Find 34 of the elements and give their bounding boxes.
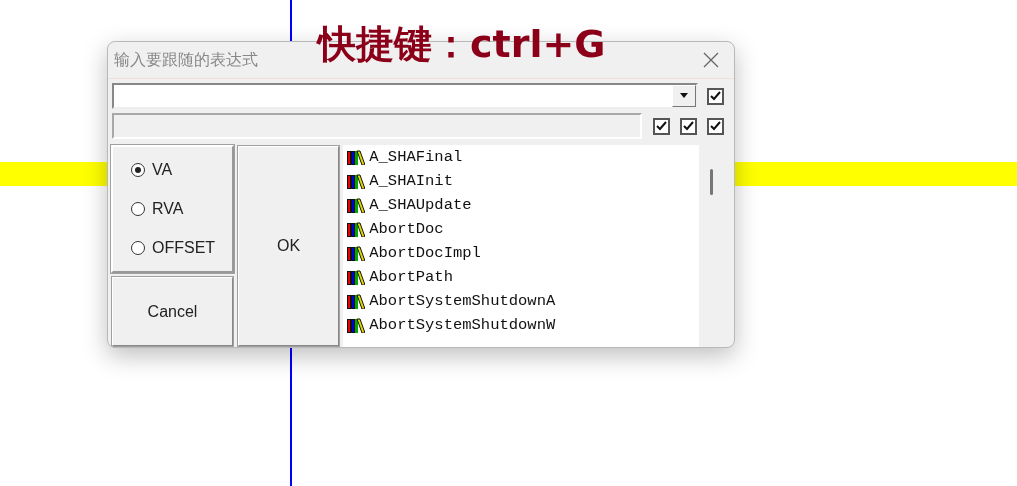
radio-button[interactable] [131,240,145,255]
list-item[interactable]: AbortSystemShutdownW [343,313,700,337]
books-icon [347,317,366,333]
radio-label: VA [152,161,173,180]
checkbox[interactable] [707,87,724,105]
books-icon [347,149,366,165]
list-item[interactable]: AbortPath [343,265,700,289]
list-item[interactable]: A_SHAFinal [343,145,700,169]
caret-icon[interactable] [679,93,689,99]
books-icon [347,293,366,309]
books-icon [347,245,366,261]
books-icon [347,221,366,237]
checkbox[interactable] [707,117,724,135]
input-field[interactable] [112,113,642,139]
shortcut-annotation: 快捷键：ctrl+G [318,22,606,68]
list-item[interactable]: A_SHAInit [343,169,700,193]
list-item[interactable]: AbortSystemShutdownA [343,289,700,313]
window-title: 输入要跟随的表达式 [114,49,259,71]
cancel-button[interactable]: Cancel [111,276,234,347]
list-item[interactable]: AbortDocImpl [343,241,700,265]
checkbox[interactable] [653,117,670,135]
books-icon [347,173,366,189]
radio-button[interactable] [131,202,145,216]
ok-button[interactable]: OK [236,145,341,347]
list-item[interactable]: A_SHAUpdate [343,193,700,217]
checkbox[interactable] [680,117,697,135]
books-icon [347,197,366,213]
radio-label: OFFSET [152,238,216,257]
radio-label: RVA [152,200,184,218]
list-item[interactable]: AbortDoc [343,217,700,241]
close-icon[interactable] [702,51,720,69]
radio-button[interactable] [131,163,145,178]
scrollbar-thumb[interactable] [710,169,714,195]
books-icon [347,269,366,285]
